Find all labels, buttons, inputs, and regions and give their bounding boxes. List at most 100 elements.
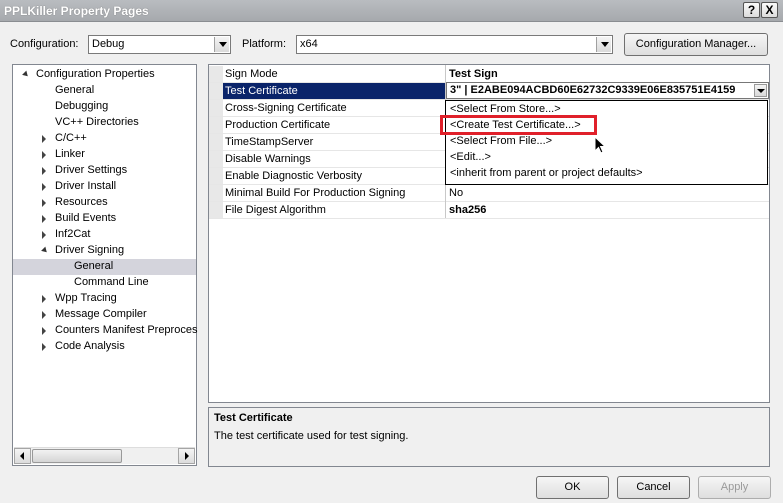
scroll-thumb[interactable]: [32, 449, 122, 463]
property-name: Enable Diagnostic Verbosity: [225, 170, 362, 182]
tree-item-label: Resources: [55, 196, 108, 208]
tree-item[interactable]: Resources: [13, 195, 196, 211]
property-name: File Digest Algorithm: [225, 204, 326, 216]
property-row[interactable]: File Digest Algorithm sha256: [209, 202, 769, 219]
collapsed-triangle-icon[interactable]: [42, 327, 46, 335]
tree-item-label: Inf2Cat: [55, 228, 91, 240]
tree-item[interactable]: VC++ Directories: [13, 115, 196, 131]
chevron-down-icon[interactable]: [596, 37, 611, 52]
tree-item[interactable]: General: [13, 259, 196, 275]
row-gutter: [209, 83, 223, 99]
collapsed-triangle-icon[interactable]: [42, 183, 46, 191]
row-gutter: [209, 168, 223, 184]
property-value[interactable]: sha256: [449, 204, 767, 216]
option-edit[interactable]: <Edit...>: [448, 150, 491, 166]
row-gutter: [209, 202, 223, 218]
tree-item-label: Message Compiler: [55, 308, 147, 320]
tree-item[interactable]: Message Compiler: [13, 307, 196, 323]
window-title: PPLKiller Property Pages: [4, 4, 149, 18]
row-gutter: [209, 66, 223, 82]
configuration-label: Configuration:: [10, 38, 79, 50]
property-name: Disable Warnings: [225, 153, 311, 165]
help-button[interactable]: ?: [743, 2, 760, 18]
expanded-triangle-icon[interactable]: [41, 246, 49, 255]
test-certificate-value-combo[interactable]: 3" | E2ABE094ACBD60E62732C9339E06E835751…: [446, 82, 769, 99]
tree-item-label: Linker: [55, 148, 85, 160]
description-panel: Test Certificate The test certificate us…: [208, 407, 770, 467]
expanded-triangle-icon[interactable]: [22, 70, 30, 79]
configuration-combo[interactable]: Debug: [88, 35, 231, 54]
property-name: Sign Mode: [225, 68, 278, 80]
tree-item-label: Wpp Tracing: [55, 292, 117, 304]
mouse-cursor-icon: [594, 136, 607, 154]
tree-item-label: C/C++: [55, 132, 87, 144]
tree-item[interactable]: Code Analysis: [13, 339, 196, 355]
option-select-from-file[interactable]: <Select From File...>: [448, 134, 552, 150]
row-gutter: [209, 134, 223, 150]
collapsed-triangle-icon[interactable]: [42, 167, 46, 175]
collapsed-triangle-icon[interactable]: [42, 343, 46, 351]
collapsed-triangle-icon[interactable]: [42, 199, 46, 207]
row-gutter: [209, 151, 223, 167]
tree-item[interactable]: C/C++: [13, 131, 196, 147]
configuration-manager-button[interactable]: Configuration Manager...: [624, 33, 768, 56]
chevron-down-icon[interactable]: [754, 84, 767, 97]
description-title: Test Certificate: [214, 412, 293, 424]
tree-item-label: VC++ Directories: [55, 116, 139, 128]
tree-item[interactable]: Driver Settings: [13, 163, 196, 179]
test-certificate-value: 3" | E2ABE094ACBD60E62732C9339E06E835751…: [450, 84, 736, 96]
tree-item[interactable]: Linker: [13, 147, 196, 163]
collapsed-triangle-icon[interactable]: [42, 231, 46, 239]
scroll-left-button[interactable]: [14, 448, 31, 464]
configuration-tree[interactable]: Configuration Properties General Debugging…: [12, 64, 197, 466]
property-value[interactable]: Test Sign: [449, 68, 767, 80]
tree-item[interactable]: Inf2Cat: [13, 227, 196, 243]
tree-item-label: Configuration Properties: [36, 68, 155, 80]
row-gutter: [209, 117, 223, 133]
tree-item-label: Build Events: [55, 212, 117, 224]
horizontal-scrollbar[interactable]: [14, 447, 195, 464]
tree-item[interactable]: Debugging: [13, 99, 196, 115]
property-name: Production Certificate: [225, 119, 331, 131]
option-inherit[interactable]: <inherit from parent or project defaults…: [448, 166, 643, 182]
tree-item-label: Command Line: [74, 276, 149, 288]
collapsed-triangle-icon[interactable]: [42, 151, 46, 159]
property-row[interactable]: Minimal Build For Production Signing No: [209, 185, 769, 202]
cancel-button[interactable]: Cancel: [617, 476, 690, 499]
description-text: The test certificate used for test signi…: [214, 430, 409, 442]
tree-item-label: General: [74, 260, 114, 272]
collapsed-triangle-icon[interactable]: [42, 311, 46, 319]
scroll-right-button[interactable]: [178, 448, 195, 464]
tree-item[interactable]: Wpp Tracing: [13, 291, 196, 307]
tree-item[interactable]: Driver Install: [13, 179, 196, 195]
title-bar: PPLKiller Property Pages ? X: [0, 0, 783, 22]
collapsed-triangle-icon[interactable]: [42, 215, 46, 223]
row-gutter: [209, 185, 223, 201]
property-row[interactable]: Sign Mode Test Sign: [209, 66, 769, 83]
property-name: TimeStampServer: [225, 136, 314, 148]
collapsed-triangle-icon[interactable]: [42, 295, 46, 303]
ok-button[interactable]: OK: [536, 476, 609, 499]
tree-item[interactable]: Counters Manifest Preproces: [13, 323, 198, 339]
platform-combo[interactable]: x64: [296, 35, 613, 54]
close-button[interactable]: X: [761, 2, 778, 18]
tree-item[interactable]: Driver Signing: [13, 243, 196, 259]
tree-item[interactable]: General: [13, 83, 196, 99]
tree-item-label: Code Analysis: [55, 340, 125, 352]
row-gutter: [209, 100, 223, 116]
tree-item[interactable]: Configuration Properties: [13, 67, 196, 83]
tree-item-label: Driver Signing: [55, 244, 125, 256]
tree-item-label: Driver Settings: [55, 164, 128, 176]
platform-label: Platform:: [242, 38, 287, 50]
property-value[interactable]: No: [449, 187, 767, 199]
chevron-down-icon[interactable]: [214, 37, 229, 52]
tree-item[interactable]: Build Events: [13, 211, 196, 227]
tree-item[interactable]: Command Line: [13, 275, 196, 291]
tree-item-label: Debugging: [55, 100, 109, 112]
tree-item-label: Counters Manifest Preproces: [55, 324, 198, 336]
collapsed-triangle-icon[interactable]: [42, 135, 46, 143]
apply-button[interactable]: Apply: [698, 476, 771, 499]
platform-value: x64: [300, 38, 318, 50]
highlight-annotation: [440, 115, 597, 135]
property-name: Minimal Build For Production Signing: [225, 187, 406, 199]
